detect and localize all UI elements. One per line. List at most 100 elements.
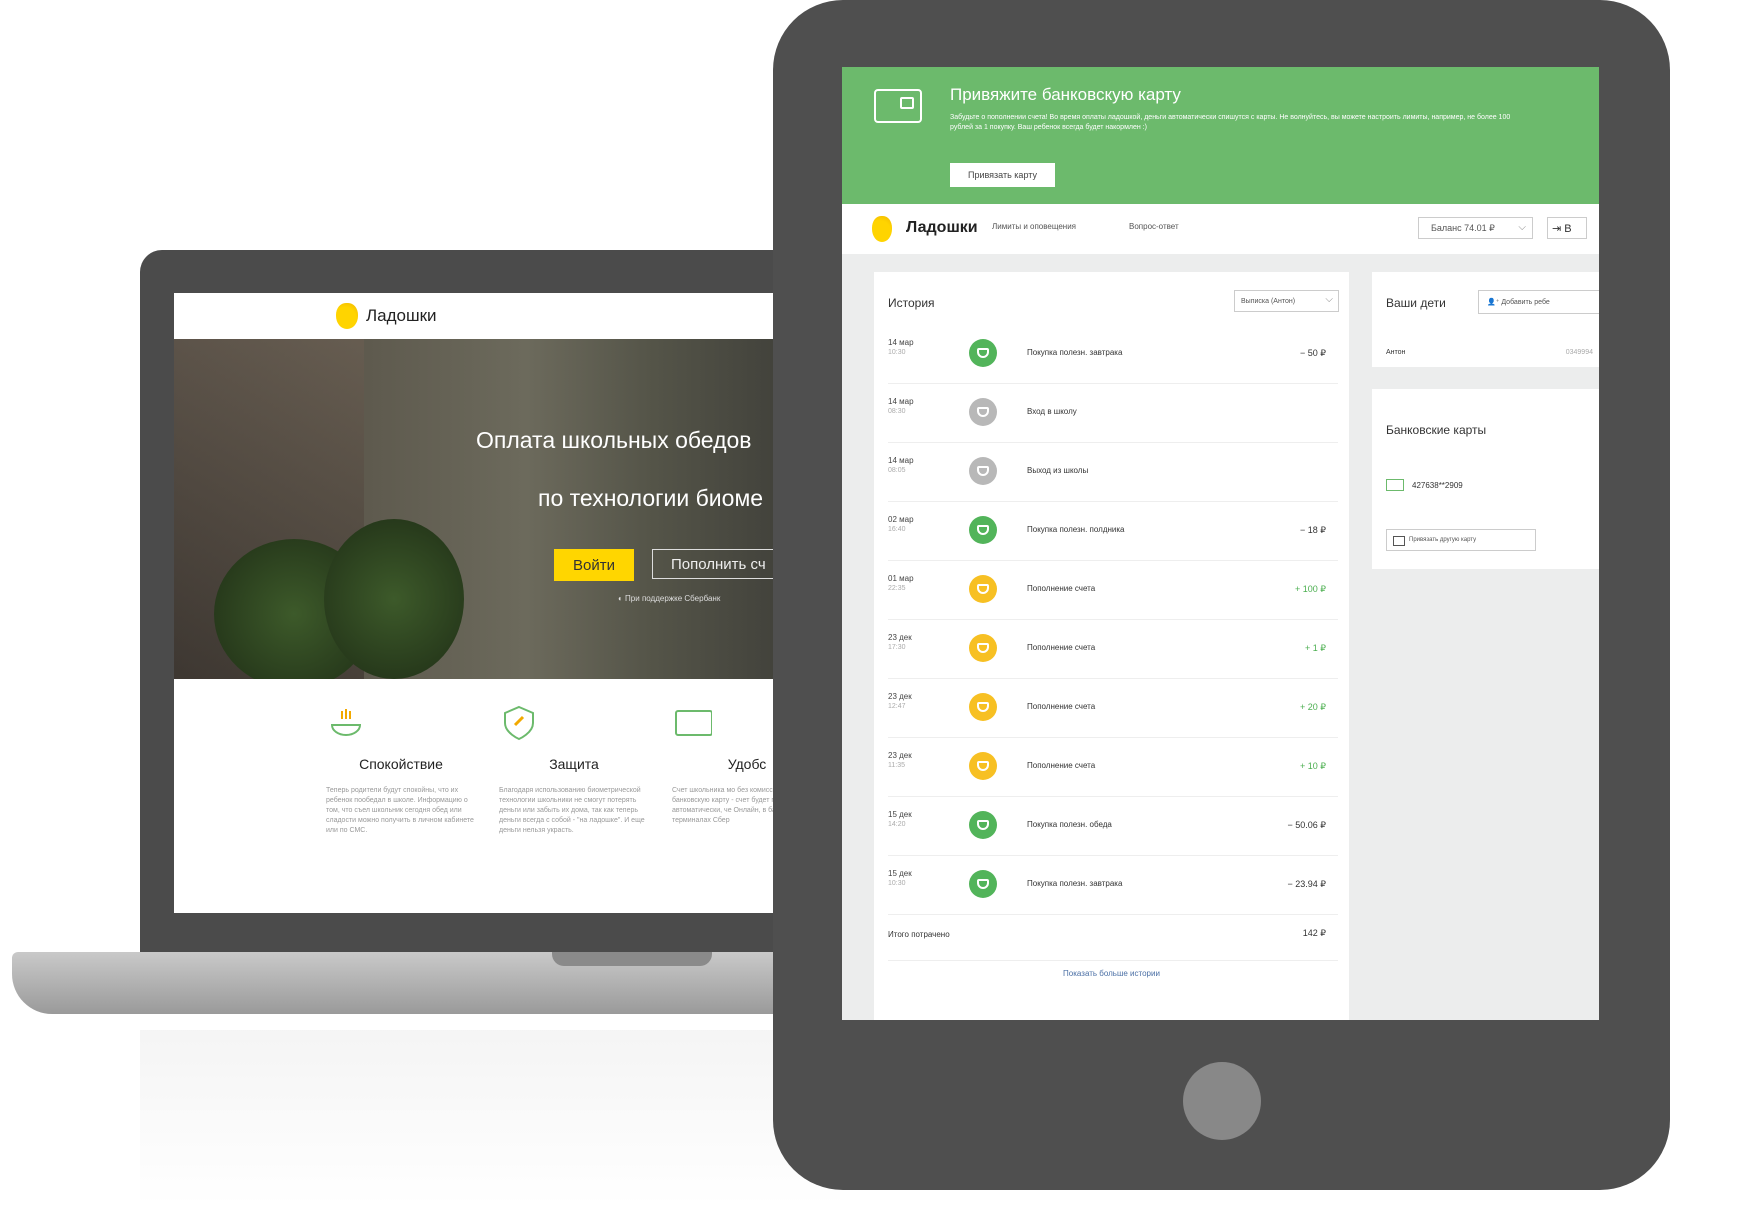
meal-icon: [969, 339, 997, 367]
kids-title: Ваши дети: [1386, 296, 1446, 310]
table-row[interactable]: 14 мар 10:30 Покупка полезн. завтрака − 50 …: [888, 324, 1338, 384]
row-date: 14 мар 10:30: [888, 338, 914, 356]
row-label: Выход из школы: [1027, 466, 1089, 475]
banner-text: Забудьте о пополнении счета! Во время оп…: [950, 114, 1511, 131]
row-date: 23 дек 11:35: [888, 751, 912, 769]
table-row[interactable]: 15 дек 10:30 Покупка полезн. завтрака − 23.…: [888, 855, 1338, 915]
nav-faq-link[interactable]: Вопрос-ответ: [1129, 222, 1179, 231]
shield-icon: [504, 705, 534, 741]
tablet-screen: Привяжите банковскую карту Забудьте о по…: [842, 67, 1599, 1020]
add-child-label: Добавить ребе: [1501, 298, 1550, 306]
show-more-link[interactable]: Показать больше истории: [874, 969, 1349, 978]
feature-text: Благодаря использованию биометрической т…: [499, 787, 645, 834]
row-label: Покупка полезн. завтрака: [1027, 348, 1123, 357]
row-label: Покупка полезн. полдника: [1027, 525, 1125, 534]
credit-card-icon: [1386, 479, 1404, 491]
row-time: 08:30: [888, 408, 906, 415]
meal-icon: [969, 811, 997, 839]
bank-cards-panel: Банковские карты 427638**2909 Привязать …: [1372, 389, 1599, 569]
feature-protection: Защита Благодаря использованию биометрич…: [499, 703, 649, 836]
row-date: 23 дек 17:30: [888, 633, 912, 651]
row-date: 15 дек 14:20: [888, 810, 912, 828]
wallet-icon: [969, 752, 997, 780]
total-value: 142 ₽: [1302, 928, 1326, 938]
history-title: История: [888, 296, 935, 310]
row-time: 16:40: [888, 526, 906, 533]
balance-value: Баланс 74.01 ₽: [1431, 222, 1495, 233]
logout-button[interactable]: ⇥ В: [1547, 217, 1587, 239]
row-label: Покупка полезн. обеда: [1027, 820, 1112, 829]
row-amount: + 1 ₽: [1305, 643, 1326, 653]
wallet-icon: [969, 634, 997, 662]
table-row[interactable]: 23 дек 17:30 Пополнение счета + 1 ₽: [888, 619, 1338, 679]
card-number: 427638**2909: [1412, 480, 1463, 490]
row-label: Пополнение счета: [1027, 643, 1096, 652]
bank-card-item[interactable]: 427638**2909: [1386, 479, 1463, 491]
hand-logo-icon: [336, 303, 358, 329]
hero-subtitle: по технологии биоме: [538, 485, 764, 511]
meal-icon: [969, 870, 997, 898]
row-time: 14:20: [888, 821, 906, 828]
table-row[interactable]: 15 дек 14:20 Покупка полезн. обеда − 50.06 …: [888, 796, 1338, 856]
feature-title: Спокойствие: [359, 756, 443, 772]
wallet-icon: [969, 693, 997, 721]
bind-card-button[interactable]: Привязать карту: [950, 163, 1055, 187]
add-child-button[interactable]: 👤⁺ Добавить ребе: [1478, 290, 1599, 314]
row-amount: + 20 ₽: [1300, 702, 1326, 712]
row-time: 11:35: [888, 762, 905, 769]
child-id: 0349994: [1565, 349, 1593, 356]
table-row[interactable]: 01 мар 22:35 Пополнение счета + 100 ₽: [888, 560, 1338, 620]
row-label: Пополнение счета: [1027, 761, 1096, 770]
banner-title: Привяжите банковскую карту: [950, 85, 1181, 104]
landing-hero: Оплата школьных обедов по технологии био…: [174, 339, 814, 679]
total-label: Итого потрачено: [888, 930, 950, 939]
row-time: 10:30: [888, 349, 906, 356]
row-date: 02 мар 16:40: [888, 515, 914, 533]
row-amount: + 100 ₽: [1295, 584, 1326, 594]
hero-bush: [324, 519, 464, 679]
row-label: Пополнение счета: [1027, 702, 1096, 711]
history-total: Итого потрачено 142 ₽: [888, 918, 1338, 961]
tablet-home-button[interactable]: [1183, 1062, 1261, 1140]
row-time: 08:05: [888, 467, 906, 474]
row-time: 10:30: [888, 880, 906, 887]
hero-title: Оплата школьных обедов: [476, 427, 752, 453]
hand-logo-icon: [872, 216, 892, 242]
table-row[interactable]: 23 дек 11:35 Пополнение счета + 10 ₽: [888, 737, 1338, 797]
app-logo[interactable]: Ладошки: [906, 219, 978, 237]
meal-icon: [969, 516, 997, 544]
row-time: 22:35: [888, 585, 906, 592]
cards-title: Банковские карты: [1386, 423, 1487, 437]
top-nav: Ладошки Лимиты и оповещения Вопрос-ответ…: [842, 204, 1599, 254]
card-icon: [675, 710, 713, 736]
row-time: 17:30: [888, 644, 906, 651]
history-filter-select[interactable]: Выписка (Антон) ⌵: [1234, 290, 1339, 312]
table-row[interactable]: 14 мар 08:05 Выход из школы: [888, 442, 1338, 502]
bowl-icon: [330, 709, 362, 736]
row-label: Вход в школу: [1027, 407, 1077, 416]
row-amount: − 50 ₽: [1300, 348, 1326, 358]
bind-card-banner: Привяжите банковскую карту Забудьте о по…: [842, 67, 1599, 204]
landing-logo[interactable]: Ладошки: [366, 306, 437, 326]
row-amount: − 18 ₽: [1300, 525, 1326, 535]
row-date: 23 дек 12:47: [888, 692, 912, 710]
row-label: Покупка полезн. завтрака: [1027, 879, 1123, 888]
laptop-notch: [552, 952, 712, 966]
nav-limits-link[interactable]: Лимиты и оповещения: [992, 222, 1076, 231]
table-row[interactable]: 23 дек 12:47 Пополнение счета + 20 ₽: [888, 678, 1338, 738]
row-date: 14 мар 08:30: [888, 397, 914, 415]
row-amount: + 10 ₽: [1300, 761, 1326, 771]
feature-calm: Спокойствие Теперь родители будут спокой…: [326, 703, 476, 836]
child-name[interactable]: Антон: [1386, 349, 1405, 356]
history-panel: История Выписка (Антон) ⌵ 14 мар 10:30 Пок…: [874, 272, 1349, 1020]
row-label: Пополнение счета: [1027, 584, 1096, 593]
laptop-screen: Ладошки Оплата школьных обедов по технол…: [174, 293, 814, 913]
row-date: 14 мар 08:05: [888, 456, 914, 474]
add-card-button[interactable]: Привязать другую карту: [1386, 529, 1536, 551]
balance-dropdown[interactable]: Баланс 74.01 ₽ ⌵: [1418, 217, 1533, 239]
login-button[interactable]: Войти: [554, 549, 634, 581]
door-icon: [969, 457, 997, 485]
table-row[interactable]: 14 мар 08:30 Вход в школу: [888, 383, 1338, 443]
row-amount: − 50.06 ₽: [1287, 820, 1326, 830]
table-row[interactable]: 02 мар 16:40 Покупка полезн. полдника − 18 …: [888, 501, 1338, 561]
